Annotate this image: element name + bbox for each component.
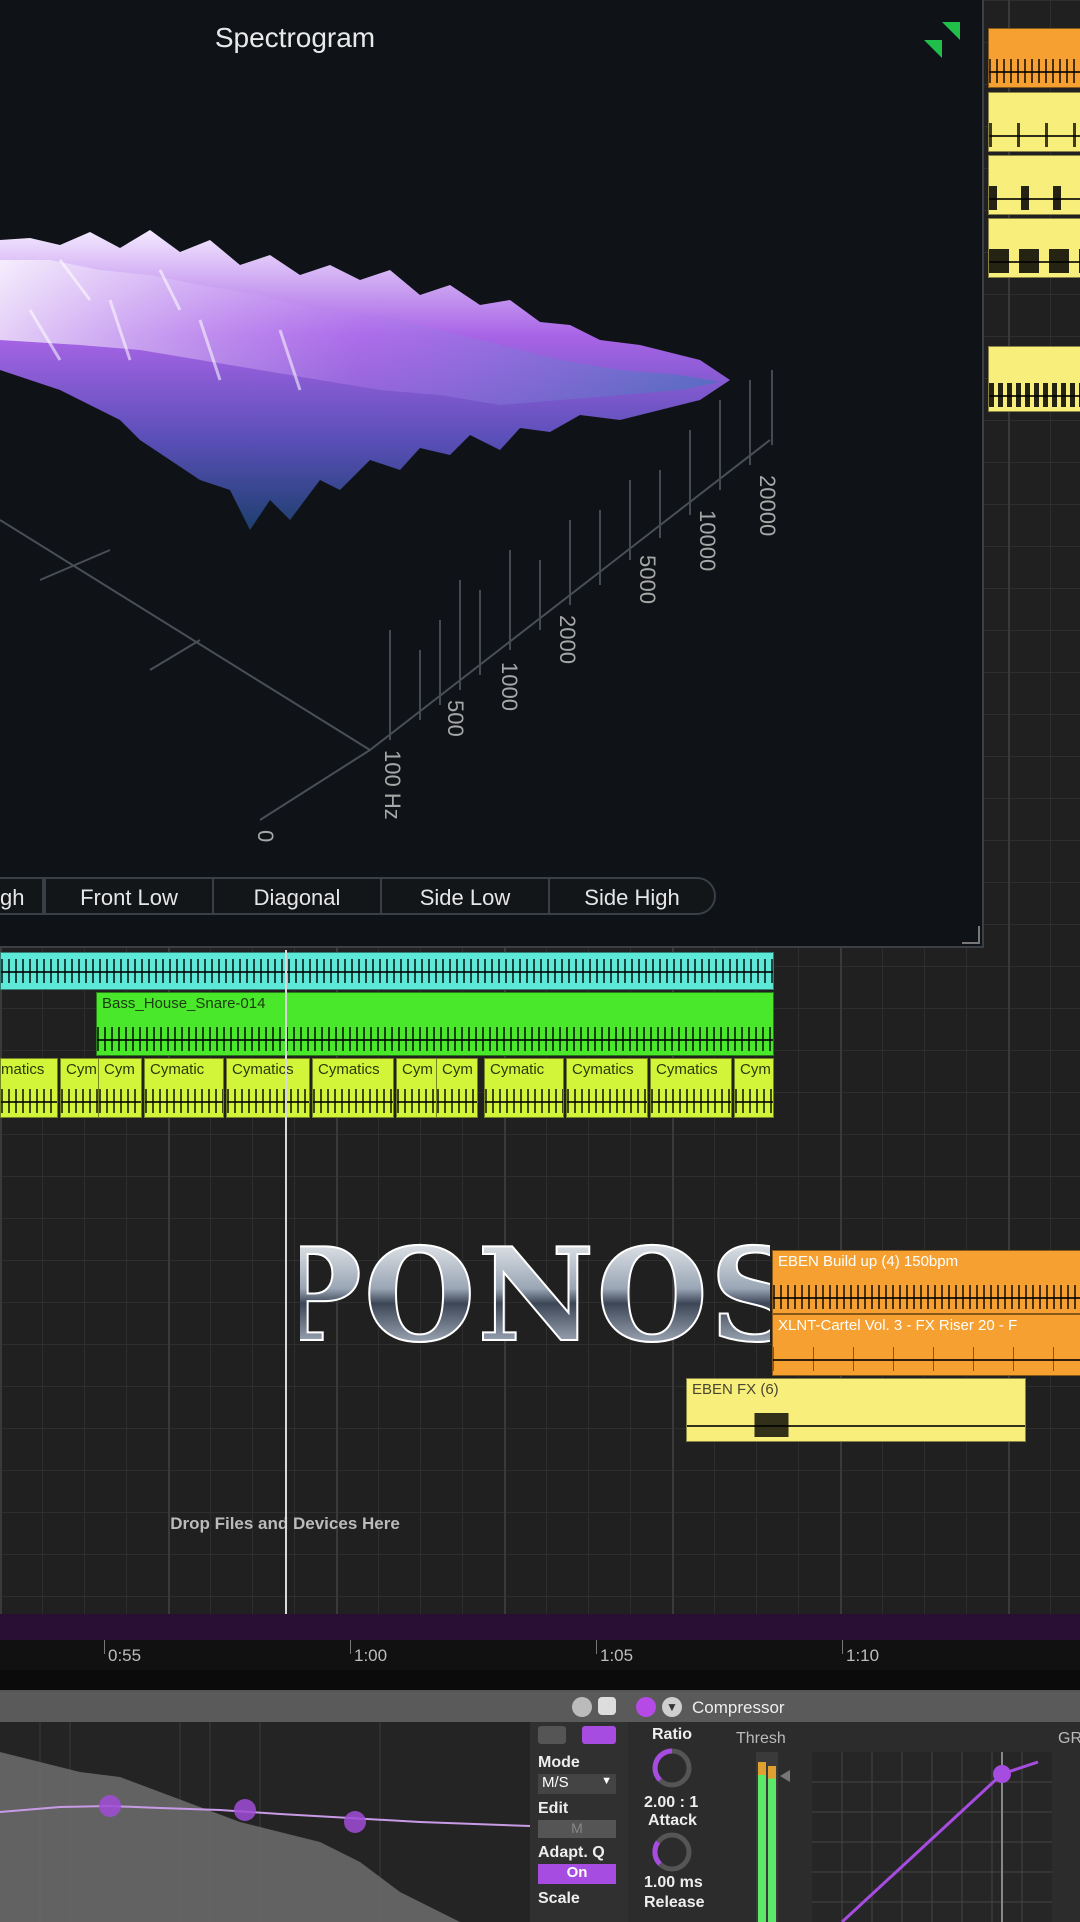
- compressor-transfer-graph[interactable]: [812, 1752, 1052, 1922]
- clip-cymatics-4[interactable]: Cymatics: [226, 1058, 310, 1118]
- threshold-slider-arrow-icon[interactable]: [780, 1770, 790, 1782]
- scale-label: Scale: [538, 1890, 580, 1907]
- headphone-icon[interactable]: [538, 1726, 566, 1744]
- chevron-down-icon: ▼: [601, 1775, 612, 1787]
- eq-spectrum-display[interactable]: [0, 1722, 530, 1922]
- freq-label-1000: 1000: [497, 662, 522, 711]
- clip-name-build-up: EBEN Build up (4) 150bpm: [778, 1253, 959, 1270]
- clip-yellow-right-3[interactable]: [988, 218, 1080, 278]
- time-ruler[interactable]: 0:55 1:00 1:05 1:10: [0, 1640, 1080, 1670]
- divider: [0, 1670, 1080, 1690]
- ruler-label-1-00: 1:00: [354, 1646, 388, 1665]
- clip-cymatics-0[interactable]: matics: [0, 1058, 58, 1118]
- clip-cymatics-7[interactable]: Cym: [436, 1058, 478, 1118]
- freq-label-10000: 10000: [695, 510, 720, 571]
- freq-label-100hz: 100 Hz: [380, 750, 405, 820]
- attack-knob[interactable]: [650, 1830, 694, 1874]
- clip-cymatics-6[interactable]: Cym: [396, 1058, 438, 1118]
- eq-edit-icon[interactable]: [572, 1697, 592, 1717]
- clip-cymatics-3[interactable]: Cymatic: [144, 1058, 224, 1118]
- time-axis-zero: 0: [253, 830, 278, 842]
- clip-cymatics-10[interactable]: Cymatics: [650, 1058, 732, 1118]
- resize-handle-icon[interactable]: [962, 926, 980, 944]
- attack-label: Attack: [648, 1812, 697, 1829]
- ratio-value: 2.00 : 1: [644, 1794, 699, 1811]
- spectrogram-window[interactable]: Spectrogram 20000 10000 5000 2000 1000 5…: [0, 0, 984, 948]
- clip-eben-build-up[interactable]: EBEN Build up (4) 150bpm: [772, 1250, 1080, 1314]
- clip-name-riser: XLNT-Cartel Vol. 3 - FX Riser 20 - F: [778, 1317, 1018, 1334]
- adapt-q-label: Adapt. Q: [538, 1844, 605, 1861]
- view-button-side-low[interactable]: Side Low: [380, 877, 550, 915]
- svg-text:PONOS: PONOS: [300, 1221, 770, 1371]
- clip-xlnt-riser[interactable]: XLNT-Cartel Vol. 3 - FX Riser 20 - F: [772, 1314, 1080, 1376]
- clip-cyan-loop[interactable]: [0, 952, 774, 990]
- gr-label: GR: [1058, 1730, 1080, 1747]
- adapt-q-toggle[interactable]: On: [538, 1864, 616, 1884]
- clip-name-fx: EBEN FX (6): [692, 1381, 779, 1398]
- eq-edit-toggle[interactable]: M: [538, 1820, 616, 1838]
- clip-cymatics-8[interactable]: Cymatic: [484, 1058, 564, 1118]
- clip-yellow-right-2[interactable]: [988, 155, 1080, 215]
- view-button-high[interactable]: gh: [0, 877, 44, 915]
- eq-mode-select[interactable]: M/S ▼: [538, 1774, 616, 1794]
- clip-cymatics-9[interactable]: Cymatics: [566, 1058, 648, 1118]
- ruler-label-1-10: 1:10: [846, 1646, 880, 1665]
- attack-value: 1.00 ms: [644, 1874, 703, 1891]
- clip-yellow-right-4[interactable]: [988, 346, 1080, 412]
- spectrogram-title: Spectrogram: [214, 22, 376, 53]
- input-meter: [756, 1752, 778, 1922]
- clip-orange-right[interactable]: [988, 28, 1080, 88]
- release-label: Release: [644, 1894, 705, 1911]
- view-button-diagonal[interactable]: Diagonal: [212, 877, 382, 915]
- clip-name-snare: Bass_House_Snare-014: [102, 995, 266, 1012]
- freq-label-2000: 2000: [555, 615, 580, 664]
- view-button-front-low[interactable]: Front Low: [44, 877, 214, 915]
- ruler-label-0-55: 0:55: [108, 1646, 142, 1665]
- ponos-logo-overlay: PONOS: [300, 1220, 770, 1372]
- eq-save-icon[interactable]: [598, 1697, 616, 1715]
- ratio-label: Ratio: [652, 1726, 692, 1743]
- eq-edit-label: Edit: [538, 1800, 569, 1817]
- analyzer-toggle-icon[interactable]: [582, 1726, 616, 1744]
- clip-cymatics-11[interactable]: Cym: [734, 1058, 774, 1118]
- playhead-line[interactable]: [285, 950, 287, 1640]
- freq-label-500: 500: [443, 700, 468, 737]
- eq-mode-label: Mode: [538, 1754, 580, 1771]
- clip-cymatics-2[interactable]: Cym: [98, 1058, 142, 1118]
- eq-controls-panel: Mode M/S ▼ Edit M Adapt. Q On Scale: [530, 1722, 628, 1922]
- clip-yellow-right-1[interactable]: [988, 92, 1080, 152]
- thresh-label: Thresh: [736, 1730, 786, 1747]
- clip-eben-fx[interactable]: EBEN FX (6): [686, 1378, 1026, 1442]
- plugin-logo-icon: [924, 22, 960, 58]
- compressor-power-icon[interactable]: [636, 1697, 656, 1717]
- spectrogram-3d-plot[interactable]: 20000 10000 5000 2000 1000 500 100 Hz 0: [0, 60, 800, 860]
- freq-label-5000: 5000: [635, 555, 660, 604]
- clip-cymatics-1[interactable]: Cym: [60, 1058, 100, 1118]
- clip-cymatics-5[interactable]: Cymatics: [312, 1058, 394, 1118]
- compressor-fold-icon[interactable]: ▼: [662, 1697, 682, 1717]
- compressor-title: Compressor: [692, 1698, 785, 1717]
- ratio-knob[interactable]: [650, 1746, 694, 1790]
- compressor-header[interactable]: ▼ Compressor: [628, 1692, 1080, 1722]
- loop-brace-strip[interactable]: [0, 1614, 1080, 1640]
- compressor-body: Ratio 2.00 : 1 Attack 1.00 ms Release Th…: [628, 1722, 1080, 1922]
- freq-label-20000: 20000: [755, 475, 780, 536]
- device-chain[interactable]: ▼ Compressor Mode M/S ▼ Edit M Adapt. Q …: [0, 1690, 1080, 1922]
- eq-device-header[interactable]: [0, 1692, 628, 1722]
- clip-bass-house-snare[interactable]: Bass_House_Snare-014: [96, 992, 774, 1056]
- ruler-label-1-05: 1:05: [600, 1646, 634, 1665]
- view-button-side-high[interactable]: Side High: [548, 877, 716, 915]
